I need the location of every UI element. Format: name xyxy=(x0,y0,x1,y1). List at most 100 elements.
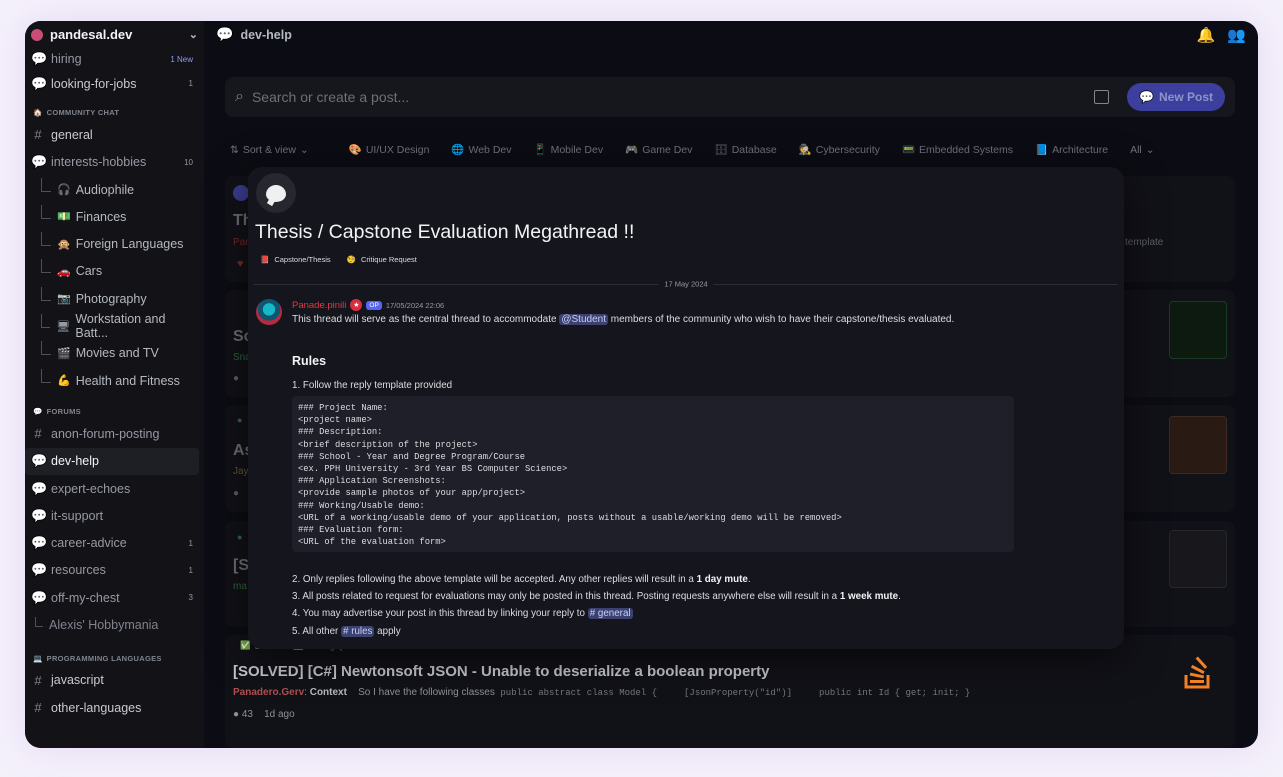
rule-5: 5. All other # rules apply xyxy=(292,626,401,637)
channel-anon-forum-posting[interactable]: # anon-forum-posting xyxy=(25,420,199,447)
avatar[interactable] xyxy=(256,299,282,325)
tag-game-dev[interactable]: 🎮 Game Dev xyxy=(625,143,692,157)
channel-other-languages[interactable]: # other-languages xyxy=(25,694,199,721)
tag-capstone-thesis[interactable]: 📕 Capstone/Thesis xyxy=(260,255,331,264)
channel-link-general[interactable]: # general xyxy=(587,608,633,619)
car-icon: 🚗 xyxy=(57,265,71,278)
thread-hobbymania[interactable]: Alexis' Hobbymania xyxy=(25,611,199,638)
thread-foreign-languages[interactable]: 🙊 Foreign Languages xyxy=(25,230,199,257)
tag-mobile-dev[interactable]: 📱 Mobile Dev xyxy=(533,143,604,157)
server-header[interactable]: pandesal.dev ⌄ xyxy=(25,21,204,48)
thread-name: Finances xyxy=(75,209,127,224)
globe-icon: 🌐 xyxy=(451,144,465,156)
channel-link-rules[interactable]: # rules xyxy=(341,626,375,637)
forum-icon: 💬 xyxy=(31,589,48,605)
thread-photography[interactable]: 📷 Photography xyxy=(25,285,199,312)
channel-career-advice[interactable]: 💬 career-advice 1 xyxy=(25,529,199,556)
thread-health-fitness[interactable]: 💪 Health and Fitness xyxy=(25,367,199,394)
clapper-icon: 🎬 xyxy=(57,347,71,360)
channel-expert-echoes[interactable]: 💬 expert-echoes xyxy=(25,475,199,502)
channel-general[interactable]: # general xyxy=(25,121,199,148)
bell-icon[interactable]: 🔔 xyxy=(1197,26,1216,44)
thread-branch xyxy=(41,286,51,301)
category-label: PROGRAMMING LANGUAGES xyxy=(46,653,162,663)
channel-hiring[interactable]: 💬 hiring 1 New xyxy=(25,48,199,70)
speech-icon: 💬 xyxy=(33,407,43,417)
author-name[interactable]: Panade.pinili xyxy=(292,300,346,311)
thread-finances[interactable]: 💵 Finances xyxy=(25,203,199,230)
post-card-solved[interactable]: ✅Solved! 💻Coding Questions [SOLVED] [C#]… xyxy=(225,635,1235,748)
channel-header: 💬 dev-help 🔔 👥 xyxy=(204,21,1258,48)
discord-window: pandesal.dev ⌄ 💬 hiring 1 New 💬 looking-… xyxy=(25,21,1258,748)
category-community-chat[interactable]: 🏠 COMMUNITY CHAT xyxy=(25,97,204,121)
thread-preview-modal: Thesis / Capstone Evaluation Megathread … xyxy=(248,167,1124,649)
pinned-icon xyxy=(233,185,249,201)
category-label: FORUMS xyxy=(46,407,81,417)
category-forums[interactable]: 💬 FORUMS xyxy=(25,394,204,420)
all-tags-dropdown[interactable]: All ⌄ xyxy=(1130,144,1154,156)
rule-text: apply xyxy=(377,626,401,637)
channel-off-my-chest[interactable]: 💬 off-my-chest 3 xyxy=(25,584,199,611)
channel-name: career-advice xyxy=(51,536,127,551)
thread-branch xyxy=(41,341,51,356)
chevron-down-icon: ⌄ xyxy=(299,143,309,156)
preview-code: public abstract class Model { [JsonPrope… xyxy=(500,688,971,698)
unread-count: 3 xyxy=(188,593,193,603)
rule-1: 1. Follow the reply template provided xyxy=(292,380,453,391)
thread-audiophile[interactable]: 🎧 Audiophile xyxy=(25,176,199,203)
channel-name: javascript xyxy=(51,673,104,688)
tag-architecture[interactable]: 📘 Architecture xyxy=(1035,143,1109,157)
tag-ui-ux[interactable]: 🎨 UI/UX Design xyxy=(349,143,430,157)
checklist-icon[interactable] xyxy=(1094,90,1110,104)
thread-movies-tv[interactable]: 🎬 Movies and TV xyxy=(25,340,199,367)
channel-dev-help[interactable]: 💬 dev-help xyxy=(25,447,199,475)
post-title: [SOLVED] [C#] Newtonsoft JSON - Unable t… xyxy=(233,663,770,680)
phone-icon: 📱 xyxy=(533,144,547,156)
search-input[interactable]: Search or create a post... xyxy=(252,89,409,105)
post-preview-tail: template xyxy=(1125,237,1164,248)
post-title: [S xyxy=(233,557,249,574)
rule-text: 4. You may advertise your post in this t… xyxy=(292,608,585,619)
channel-looking-for-jobs[interactable]: 💬 looking-for-jobs 1 xyxy=(25,70,199,97)
sort-view-button[interactable]: ⇅ Sort & view ⌄ xyxy=(230,144,309,156)
role-mention[interactable]: @Student xyxy=(559,314,608,325)
thread-name: Audiophile xyxy=(75,182,135,197)
rule-text: . xyxy=(747,574,751,585)
post-author[interactable]: Panadero.Gerv xyxy=(233,687,304,698)
new-post-button[interactable]: 💬 New Post xyxy=(1127,83,1225,111)
channel-interests-hobbies[interactable]: 💬 interests-hobbies 10 xyxy=(25,149,199,176)
channel-javascript[interactable]: # javascript xyxy=(25,667,199,694)
thread-cars[interactable]: 🚗 Cars xyxy=(25,258,199,285)
channel-name: off-my-chest xyxy=(51,590,120,605)
tag-label: Embedded Systems xyxy=(919,143,1013,156)
members-icon[interactable]: 👥 xyxy=(1227,26,1246,44)
search-bar[interactable]: ⌕ Search or create a post... 💬 New Post xyxy=(225,77,1235,117)
tag-cybersecurity[interactable]: 🕵 Cybersecurity xyxy=(799,143,880,157)
channel-resources[interactable]: 💬 resources 1 xyxy=(25,557,199,584)
thread-branch xyxy=(41,259,51,274)
code-icon: 💻 xyxy=(33,653,43,663)
forum-icon: 💬 xyxy=(216,26,234,42)
chevron-down-icon: ⌄ xyxy=(188,29,198,41)
channel-it-support[interactable]: 💬 it-support xyxy=(25,502,199,529)
channel-name: dev-help xyxy=(51,454,99,469)
hash-icon: # xyxy=(34,672,42,688)
tag-database[interactable]: 🗄 Database xyxy=(714,143,776,157)
reply-count: 43 xyxy=(241,709,253,720)
forum-icon: 💬 xyxy=(31,453,48,469)
message-header: Panade.pinili ★ OP 17/05/2024 22:06 xyxy=(292,299,444,311)
tag-label: Architecture xyxy=(1052,143,1109,156)
unread-count: 1 xyxy=(188,79,193,89)
hash-icon: # xyxy=(34,426,42,442)
category-programming-languages[interactable]: 💻 PROGRAMMING LANGUAGES xyxy=(25,639,204,667)
thread-name: Cars xyxy=(75,264,103,279)
tag-label: Capstone/Thesis xyxy=(274,255,331,264)
thread-tags: 📕 Capstone/Thesis 🧐 Critique Request xyxy=(260,255,417,264)
heart-icon: ♥ xyxy=(237,258,244,270)
tag-embedded-systems[interactable]: 📟 Embedded Systems xyxy=(902,143,1013,157)
star-badge-icon: ★ xyxy=(350,299,363,311)
forum-icon: 💬 xyxy=(31,535,48,551)
tag-web-dev[interactable]: 🌐 Web Dev xyxy=(451,143,511,157)
tag-critique-request[interactable]: 🧐 Critique Request xyxy=(347,255,417,264)
thread-workstation[interactable]: 🖥 Workstation and Batt... xyxy=(25,312,199,340)
